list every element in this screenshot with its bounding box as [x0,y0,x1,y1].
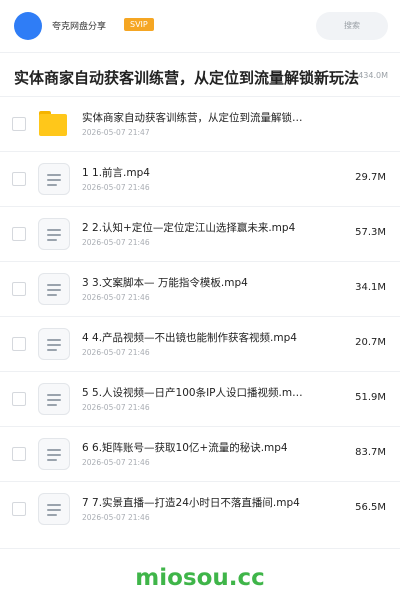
file-name[interactable]: 1 1.前言.mp4 [82,165,150,180]
document-icon [38,328,70,360]
file-name[interactable]: 7 7.实景直播—打造24小时日不落直播间.mp4 [82,495,300,510]
file-row[interactable]: 4 4.产品视频—不出镜也能制作获客视频.mp4 2026-05-07 21:46… [0,316,400,371]
file-size: 57.3M [355,227,386,238]
document-icon [38,163,70,195]
document-icon [38,383,70,415]
folder-title: 实体商家自动获客训练营，从定位到流量解锁新玩法 [14,69,360,87]
document-icon [38,438,70,470]
file-size: 34.1M [355,282,386,293]
file-row[interactable]: 6 6.矩阵账号—获取10亿+流量的秘诀.mp4 2026-05-07 21:46… [0,426,400,481]
file-name[interactable]: 实体商家自动获客训练营，从定位到流量解锁新玩法 [82,110,307,125]
watermark: miosou.cc [0,548,400,601]
file-date: 2026-05-07 21:46 [82,183,150,192]
search-input[interactable]: 搜索 [316,12,388,40]
folder-title-bar: 实体商家自动获客训练营，从定位到流量解锁新玩法 434.0M [0,52,400,97]
file-name[interactable]: 5 5.人设视频—日产100条IP人设口播视频.m… [82,385,303,400]
file-size: 83.7M [355,447,386,458]
file-row[interactable]: 2 2.认知+定位—定位定江山选择赢未来.mp4 2026-05-07 21:46… [0,206,400,261]
file-date: 2026-05-07 21:46 [82,513,150,522]
select-checkbox[interactable] [12,117,26,131]
folder-icon [38,108,70,140]
file-size: 29.7M [355,172,386,183]
select-checkbox[interactable] [12,392,26,406]
file-date: 2026-05-07 21:46 [82,293,150,302]
select-checkbox[interactable] [12,502,26,516]
share-header: 夸克网盘分享 SVIP 搜索 [0,0,400,52]
file-size: 20.7M [355,337,386,348]
document-icon [38,493,70,525]
select-checkbox[interactable] [12,282,26,296]
file-date: 2026-05-07 21:47 [82,128,150,137]
file-name[interactable]: 2 2.认知+定位—定位定江山选择赢未来.mp4 [82,220,295,235]
file-date: 2026-05-07 21:46 [82,458,150,467]
file-date: 2026-05-07 21:46 [82,238,150,247]
document-icon [38,273,70,305]
select-checkbox[interactable] [12,447,26,461]
select-checkbox[interactable] [12,172,26,186]
select-checkbox[interactable] [12,337,26,351]
folder-size: 434.0M [358,71,388,80]
file-date: 2026-05-07 21:46 [82,348,150,357]
file-list: 实体商家自动获客训练营，从定位到流量解锁新玩法 2026-05-07 21:47 1… [0,96,400,536]
user-avatar[interactable] [14,12,42,40]
file-date: 2026-05-07 21:46 [82,403,150,412]
file-name[interactable]: 4 4.产品视频—不出镜也能制作获客视频.mp4 [82,330,297,345]
file-size: 56.5M [355,502,386,513]
file-row[interactable]: 5 5.人设视频—日产100条IP人设口播视频.m… 2026-05-07 21:… [0,371,400,426]
file-row[interactable]: 7 7.实景直播—打造24小时日不落直播间.mp4 2026-05-07 21:4… [0,481,400,536]
app-name: 夸克网盘分享 [52,22,107,32]
file-size: 51.9M [355,392,386,403]
svip-badge: SVIP [124,18,154,31]
file-row[interactable]: 3 3.文案脚本— 万能指令模板.mp4 2026-05-07 21:46 34.1… [0,261,400,316]
file-row[interactable]: 1 1.前言.mp4 2026-05-07 21:46 29.7M [0,151,400,206]
watermark-text: miosou.cc [135,565,265,591]
document-icon [38,218,70,250]
folder-row[interactable]: 实体商家自动获客训练营，从定位到流量解锁新玩法 2026-05-07 21:47 [0,96,400,151]
file-name[interactable]: 6 6.矩阵账号—获取10亿+流量的秘诀.mp4 [82,440,288,455]
file-name[interactable]: 3 3.文案脚本— 万能指令模板.mp4 [82,275,248,290]
select-checkbox[interactable] [12,227,26,241]
